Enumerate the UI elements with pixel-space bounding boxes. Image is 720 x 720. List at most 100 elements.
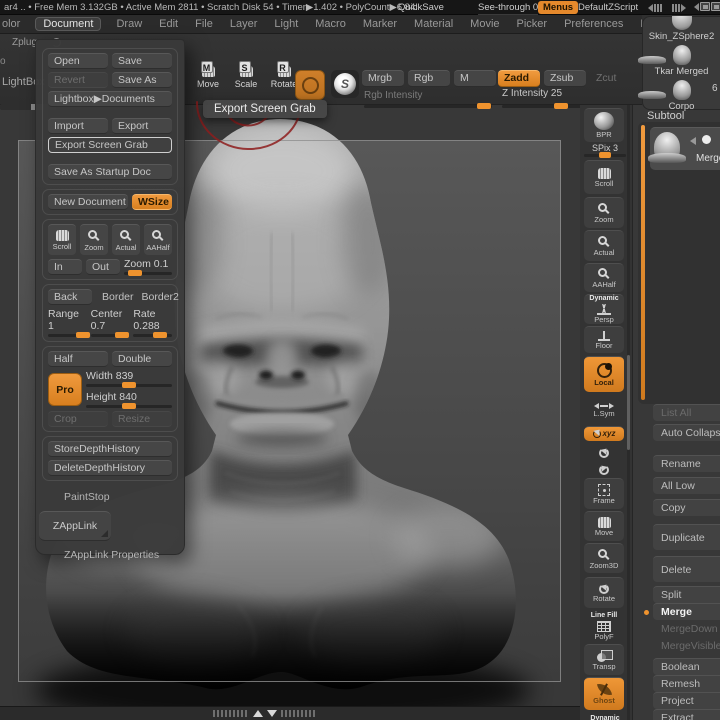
current-material-button[interactable]: S	[331, 70, 359, 98]
back-button[interactable]: Back	[48, 289, 92, 305]
scroll-shelf-left-icon[interactable]	[648, 3, 662, 12]
ghost-button[interactable]: Ghost	[584, 677, 624, 710]
rail-scrollbar-thumb[interactable]	[627, 355, 630, 450]
rotate-y-icon-button[interactable]	[584, 445, 624, 459]
zoom-slider-handle[interactable]	[127, 270, 142, 276]
zcut-button[interactable]: Zcut	[590, 70, 630, 87]
z-intensity-handle[interactable]	[554, 103, 568, 109]
subtool-item[interactable]: Merge	[648, 127, 720, 170]
expand-up-icon[interactable]	[253, 710, 263, 717]
zadd-button[interactable]: Zadd	[498, 70, 540, 87]
half-button[interactable]: Half	[48, 351, 108, 367]
menu-item[interactable]: Marker	[361, 17, 399, 31]
export-button[interactable]: Export	[112, 118, 172, 134]
subtool-button[interactable]: Boolean	[653, 658, 720, 675]
width-slider[interactable]: Width 839	[86, 370, 172, 388]
subtool-button[interactable]: MergeVisible	[653, 637, 720, 654]
menu-item[interactable]: Material	[412, 17, 455, 31]
lightbox-documents-button[interactable]: Lightbox▶Documents	[48, 91, 172, 107]
subtool-button[interactable]: List All	[653, 404, 720, 421]
subtool-button[interactable]: Delete	[653, 556, 720, 582]
swap-panels-icon[interactable]	[694, 2, 720, 11]
subtool-button[interactable]: Split	[653, 586, 720, 603]
paintstop-item[interactable]: PaintStop	[64, 491, 184, 503]
open-button[interactable]: Open	[48, 53, 108, 69]
tray-resize-handle[interactable]	[213, 710, 317, 717]
tool-thumbnail-item[interactable]: Tkar Merged	[643, 42, 720, 77]
rate-slider[interactable]: Rate 0.288	[133, 308, 173, 338]
spix-slider[interactable]: SPix 3	[584, 143, 626, 158]
menu-item[interactable]: Movie	[468, 17, 501, 31]
menus-button[interactable]: Menus	[538, 1, 579, 14]
range-handle[interactable]	[75, 332, 90, 338]
default-zscript-button[interactable]: DefaultZScript	[578, 1, 638, 14]
zapplink-properties-item[interactable]: ZAppLink Properties	[64, 549, 184, 561]
resize-button[interactable]: Resize	[112, 411, 172, 427]
subtool-button[interactable]: Remesh	[653, 675, 720, 692]
quicksave-button[interactable]: QuickSave	[398, 1, 444, 14]
zoom-out-button[interactable]: Out	[86, 258, 120, 275]
local-symmetry-button[interactable]: Local	[584, 356, 624, 392]
zoom-canvas-button[interactable]: Zoom	[584, 197, 624, 228]
menu-item[interactable]: Document	[35, 17, 102, 31]
menu-item[interactable]: Edit	[157, 17, 180, 31]
subtool-button[interactable]: All Low	[653, 477, 720, 494]
spix-handle[interactable]	[598, 152, 611, 158]
tool-thumbnail-item[interactable]: 6 Corpo	[643, 77, 720, 112]
wsize-button[interactable]: WSize	[132, 194, 172, 210]
rotate-z-icon-button[interactable]	[584, 462, 624, 476]
border2-button[interactable]: Border2	[140, 291, 181, 303]
menu-item[interactable]: Layer	[228, 17, 260, 31]
scroll-canvas-button[interactable]: Scroll	[584, 160, 624, 194]
move-3d-button[interactable]: Move	[584, 511, 624, 541]
center-slider[interactable]: Center 0.7	[90, 308, 130, 338]
lsym-button[interactable]: L.Sym	[584, 398, 624, 422]
subtool-button[interactable]: MergeDown	[653, 620, 720, 637]
menu-item[interactable]: Picker	[515, 17, 550, 31]
zoom-slider[interactable]: Zoom 0.1	[124, 258, 172, 276]
scale-button[interactable]: S Scale	[228, 61, 264, 89]
mrgb-button[interactable]: Mrgb	[362, 70, 404, 87]
save-as-button[interactable]: Save As	[112, 72, 172, 88]
zoom-in-button[interactable]: In	[48, 258, 82, 275]
border-button[interactable]: Border	[100, 291, 136, 303]
zplugin-menu-fragment[interactable]: Zplug	[12, 37, 37, 48]
zoom3d-button[interactable]: Zoom3D	[584, 543, 624, 573]
zapplink-button[interactable]: ZAppLink	[39, 511, 111, 541]
center-handle[interactable]	[115, 332, 130, 338]
scroll-button[interactable]: Scroll	[48, 224, 76, 255]
tool-thumbnail-item[interactable]: Skin_ZSphere2	[643, 16, 720, 42]
new-document-button[interactable]: New Document	[48, 194, 128, 210]
subtool-button[interactable]: Copy	[653, 499, 720, 516]
aahalf-button[interactable]: AAHalf	[584, 263, 624, 292]
store-depth-history-button[interactable]: StoreDepthHistory	[48, 441, 172, 457]
zoom-button[interactable]: Zoom	[80, 224, 108, 255]
subtool-button[interactable]: Duplicate	[653, 524, 720, 550]
menu-item[interactable]: File	[193, 17, 215, 31]
subtool-button[interactable]: Extract	[653, 709, 720, 720]
rate-handle[interactable]	[152, 332, 167, 338]
scroll-shelf-right-icon[interactable]	[672, 3, 686, 12]
dynamic-persp-button[interactable]: Dynamic Persp	[584, 294, 624, 324]
zsub-button[interactable]: Zsub	[544, 70, 586, 87]
menu-item[interactable]: Macro	[313, 17, 348, 31]
height-slider[interactable]: Height 840	[86, 391, 172, 409]
subtool-arrow-icon[interactable]	[690, 137, 696, 145]
subtool-button[interactable]: Rename	[653, 455, 720, 472]
frame-button[interactable]: Frame	[584, 478, 624, 509]
subtool-button[interactable]: Auto Collapse	[653, 424, 720, 441]
width-handle[interactable]	[122, 382, 137, 388]
m-button[interactable]: M	[454, 70, 496, 87]
menu-item[interactable]: Light	[272, 17, 300, 31]
rgb-intensity-handle[interactable]	[476, 103, 491, 109]
crop-button[interactable]: Crop	[48, 411, 108, 427]
import-button[interactable]: Import	[48, 118, 108, 134]
polyframe-button[interactable]: Line Fill PolyF	[584, 610, 624, 642]
pro-button[interactable]: Pro	[48, 372, 82, 406]
actual-button[interactable]: Actual	[112, 224, 140, 255]
save-button[interactable]: Save	[112, 53, 172, 69]
aahalf-button[interactable]: AAHalf	[144, 224, 172, 255]
subtool-button[interactable]: Merge	[644, 603, 720, 620]
xyz-symmetry-button[interactable]: xyz	[584, 426, 624, 441]
menu-item[interactable]: Draw	[114, 17, 144, 31]
